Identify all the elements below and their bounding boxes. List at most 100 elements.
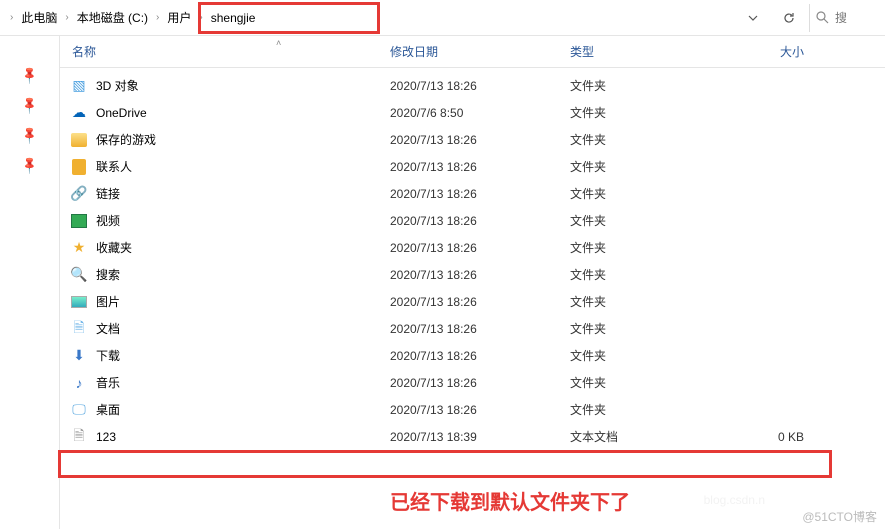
file-name: 保存的游戏 — [96, 131, 156, 148]
file-name: 123 — [96, 430, 116, 444]
file-type: 文本文档 — [570, 428, 720, 445]
sort-ascending-icon: ˄ — [276, 38, 281, 48]
file-row[interactable]: ☁OneDrive2020/7/6 8:50文件夹 — [60, 99, 885, 126]
breadcrumb-item-2[interactable]: 用户 — [161, 6, 197, 30]
chevron-right-icon: › — [8, 12, 15, 23]
content-area: 📌 📌 📌 📌 名称 修改日期 类型 大小 ˄ ▧ 3D 对象 2020/7/13 … — [0, 36, 885, 529]
file-name: 3D 对象 — [96, 77, 139, 94]
file-name: 链接 — [96, 185, 120, 202]
file-type: 文件夹 — [570, 185, 720, 202]
file-name: 收藏夹 — [96, 239, 132, 256]
quick-access-pin[interactable]: 📌 — [0, 60, 59, 90]
file-size: 0 KB — [720, 430, 820, 444]
file-name: 音乐 — [96, 374, 120, 391]
file-row[interactable]: ⬇ 下载 2020/7/13 18:26文件夹 — [60, 342, 885, 369]
music-icon: ♪ — [70, 374, 88, 392]
downloads-icon: ⬇ — [70, 347, 88, 365]
file-date: 2020/7/13 18:26 — [390, 268, 570, 282]
text-file-icon: 🗎 — [70, 428, 88, 446]
quick-access-pin[interactable]: 📌 — [0, 150, 59, 180]
file-name: 文档 — [96, 320, 120, 337]
search-placeholder: 搜 — [835, 9, 847, 26]
file-row[interactable]: ★ 收藏夹 2020/7/13 18:26文件夹 — [60, 234, 885, 261]
search-icon — [816, 11, 829, 24]
3d-objects-icon: ▧ — [70, 77, 88, 95]
file-name: 搜索 — [96, 266, 120, 283]
file-name: 联系人 — [96, 158, 132, 175]
history-dropdown-button[interactable] — [739, 6, 767, 30]
file-name: 桌面 — [96, 401, 120, 418]
column-type[interactable]: 类型 — [570, 43, 720, 60]
breadcrumb: › 此电脑 › 本地磁盘 (C:) › 用户 › shengjie — [4, 4, 739, 32]
pin-icon: 📌 — [19, 155, 39, 175]
column-name[interactable]: 名称 — [70, 43, 390, 60]
chevron-right-icon: › — [197, 12, 204, 23]
file-row[interactable]: 视频 2020/7/13 18:26文件夹 — [60, 207, 885, 234]
file-date: 2020/7/13 18:26 — [390, 295, 570, 309]
file-date: 2020/7/13 18:26 — [390, 133, 570, 147]
file-row[interactable]: 保存的游戏 2020/7/13 18:26文件夹 — [60, 126, 885, 153]
file-type: 文件夹 — [570, 293, 720, 310]
file-type: 文件夹 — [570, 131, 720, 148]
file-type: 文件夹 — [570, 401, 720, 418]
links-icon: 🔗 — [70, 185, 88, 203]
file-type: 文件夹 — [570, 320, 720, 337]
file-row[interactable]: ♪ 音乐 2020/7/13 18:26文件夹 — [60, 369, 885, 396]
file-date: 2020/7/13 18:26 — [390, 349, 570, 363]
address-controls — [739, 6, 809, 30]
file-row[interactable]: 联系人 2020/7/13 18:26文件夹 — [60, 153, 885, 180]
file-name: 视频 — [96, 212, 120, 229]
contacts-icon — [70, 158, 88, 176]
breadcrumb-item-1[interactable]: 本地磁盘 (C:) — [71, 6, 154, 30]
file-type: 文件夹 — [570, 266, 720, 283]
file-row[interactable]: 🔗链接2020/7/13 18:26文件夹 — [60, 180, 885, 207]
file-date: 2020/7/13 18:26 — [390, 322, 570, 336]
watermark: @51CTO博客 — [802, 508, 877, 525]
column-headers: 名称 修改日期 类型 大小 ˄ — [60, 36, 885, 68]
file-list-pane: 名称 修改日期 类型 大小 ˄ ▧3D 对象2020/7/13 18:26文件夹… — [60, 36, 885, 529]
file-type: 文件夹 — [570, 374, 720, 391]
breadcrumb-item-3[interactable]: shengjie — [205, 6, 262, 30]
file-type: 文件夹 — [570, 158, 720, 175]
file-type: 文件夹 — [570, 239, 720, 256]
file-row[interactable]: 🔍搜索2020/7/13 18:26文件夹 — [60, 261, 885, 288]
file-row[interactable]: 🗎 文档 2020/7/13 18:26文件夹 — [60, 315, 885, 342]
documents-icon: 🗎 — [70, 320, 88, 338]
file-date: 2020/7/13 18:39 — [390, 430, 570, 444]
pin-icon: 📌 — [19, 65, 39, 85]
file-date: 2020/7/6 8:50 — [390, 106, 570, 120]
file-row[interactable]: 🖵桌面2020/7/13 18:26文件夹 — [60, 396, 885, 423]
file-date: 2020/7/13 18:26 — [390, 376, 570, 390]
file-row[interactable]: 图片 2020/7/13 18:26文件夹 — [60, 288, 885, 315]
file-date: 2020/7/13 18:26 — [390, 160, 570, 174]
file-type: 文件夹 — [570, 104, 720, 121]
favorites-icon: ★ — [70, 239, 88, 257]
quick-access-sidebar: 📌 📌 📌 📌 — [0, 36, 60, 529]
watermark-faint: blog.csdn.n — [704, 493, 765, 507]
pin-icon: 📌 — [19, 125, 39, 145]
column-size[interactable]: 大小 — [720, 43, 820, 60]
file-date: 2020/7/13 18:26 — [390, 214, 570, 228]
videos-icon — [70, 212, 88, 230]
breadcrumb-item-0[interactable]: 此电脑 — [15, 6, 63, 30]
file-name: 图片 — [96, 293, 120, 310]
chevron-right-icon: › — [154, 12, 161, 23]
annotation-text: 已经下载到默认文件夹下了 — [390, 486, 630, 515]
file-type: 文件夹 — [570, 347, 720, 364]
search-input[interactable]: 搜 — [809, 4, 881, 32]
quick-access-pin[interactable]: 📌 — [0, 120, 59, 150]
file-type: 文件夹 — [570, 212, 720, 229]
chevron-right-icon: › — [63, 12, 70, 23]
pictures-icon — [70, 293, 88, 311]
file-name: OneDrive — [96, 106, 147, 120]
file-date: 2020/7/13 18:26 — [390, 241, 570, 255]
file-row[interactable]: 🗎 123 2020/7/13 18:39文本文档0 KB — [60, 423, 885, 450]
file-date: 2020/7/13 18:26 — [390, 79, 570, 93]
games-icon — [70, 131, 88, 149]
file-name: 下载 — [96, 347, 120, 364]
refresh-button[interactable] — [775, 6, 803, 30]
file-row[interactable]: ▧3D 对象2020/7/13 18:26文件夹 — [60, 72, 885, 99]
column-date[interactable]: 修改日期 — [390, 43, 570, 60]
quick-access-pin[interactable]: 📌 — [0, 90, 59, 120]
address-bar: › 此电脑 › 本地磁盘 (C:) › 用户 › shengjie 搜 — [0, 0, 885, 36]
